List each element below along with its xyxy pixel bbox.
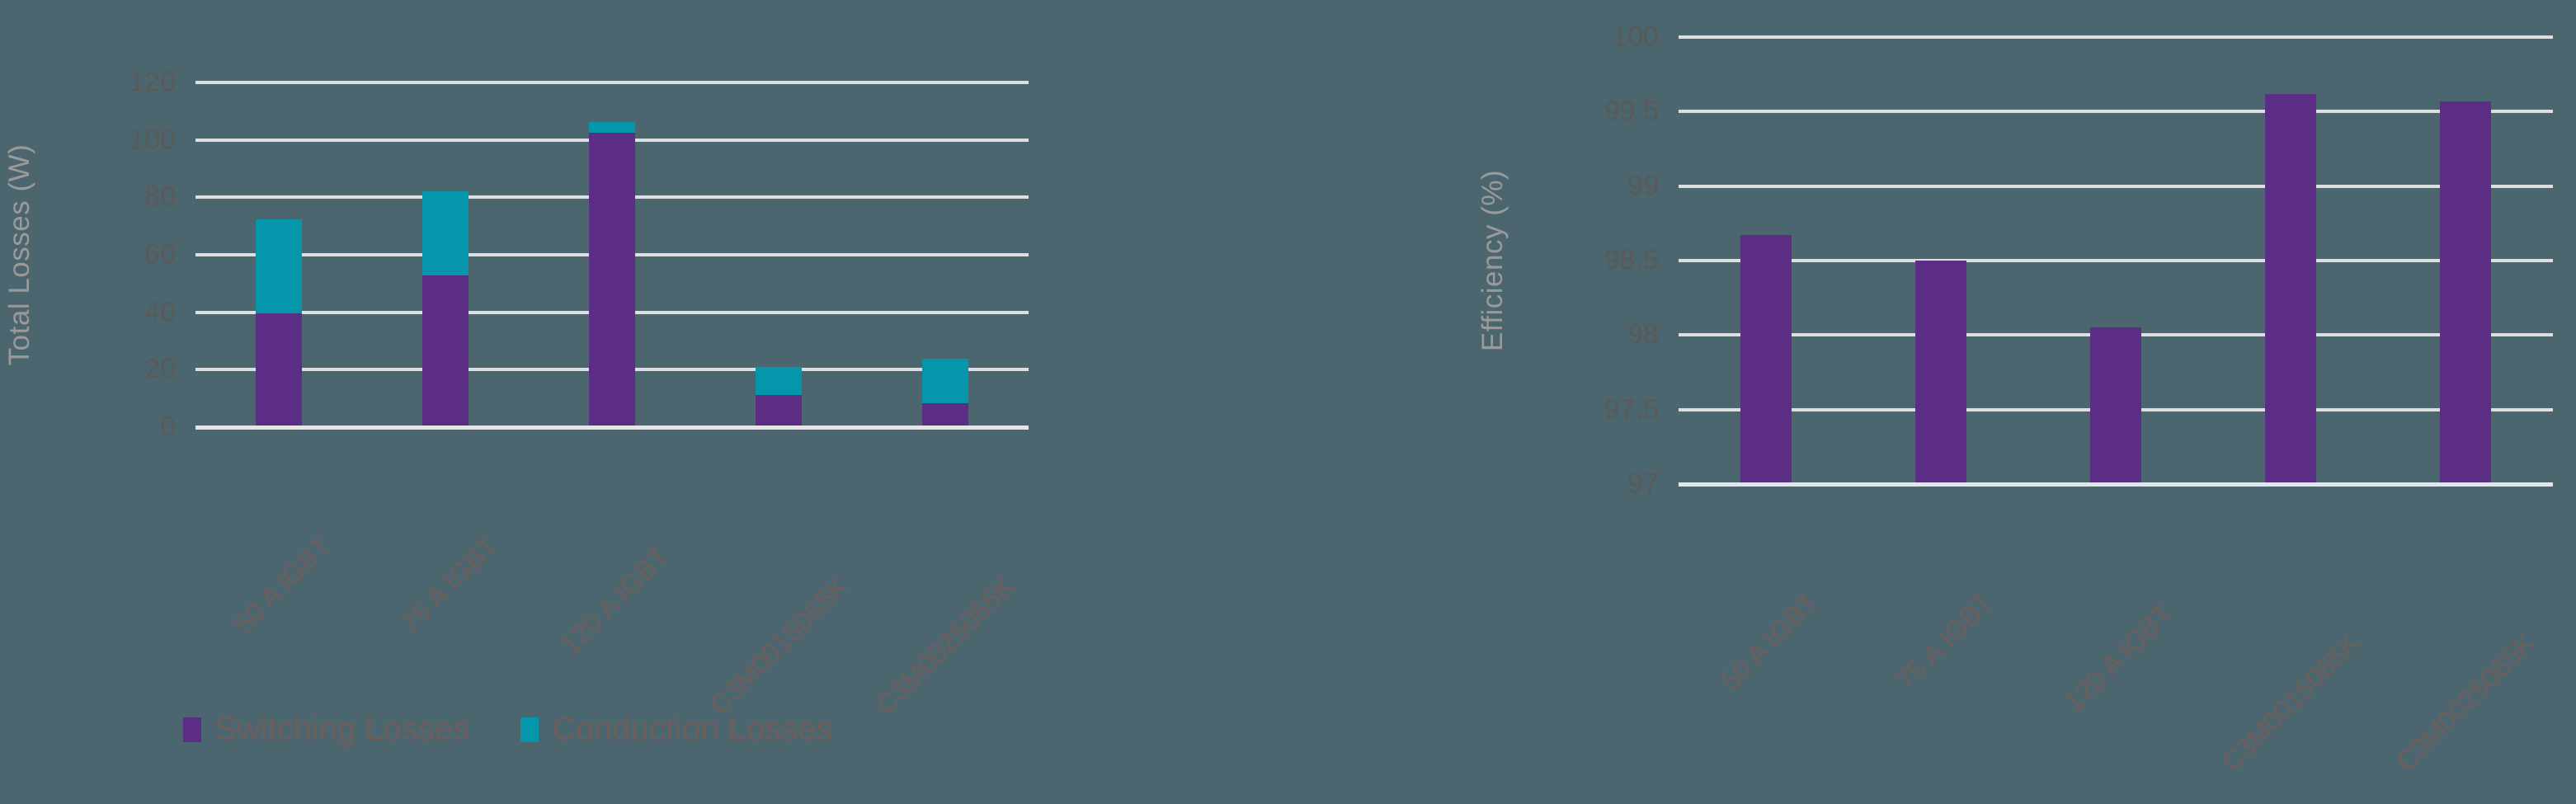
y-tick-label: 20	[144, 353, 176, 385]
bar[interactable]	[922, 358, 968, 427]
bar-segment	[756, 394, 802, 427]
total-losses-plot-area	[195, 81, 1029, 430]
legend-item[interactable]: Conduction Losses	[520, 711, 832, 748]
bar-slot	[1679, 37, 1853, 484]
efficiency-plot-area	[1679, 35, 2553, 487]
y-tick-label: 60	[144, 238, 176, 270]
bar-slot	[195, 82, 362, 427]
bar-segment	[422, 191, 469, 276]
legend-swatch-icon	[520, 717, 539, 742]
legend-item[interactable]: Switching Losses	[183, 711, 469, 748]
efficiency-y-axis-title: Efficiency (%)	[1476, 169, 1509, 352]
efficiency-bar-group	[1679, 37, 2553, 484]
y-tick-label: 100	[1612, 21, 1659, 53]
total-losses-x-axis-line	[195, 426, 1029, 430]
bar[interactable]	[756, 366, 802, 427]
category-label: 50 A IGBT	[227, 529, 337, 639]
bar-slot	[2203, 37, 2378, 484]
bar[interactable]	[1915, 261, 1966, 484]
y-tick-label: 0	[160, 411, 176, 443]
bar-slot	[2378, 37, 2553, 484]
category-label: 120 A IGBT	[2058, 597, 2178, 717]
y-tick-label: 98.5	[1604, 244, 1659, 276]
bar-segment	[256, 313, 302, 427]
legend-label: Switching Losses	[214, 711, 470, 747]
category-label: 75 A IGBT	[393, 529, 504, 639]
bar-slot	[1853, 37, 2028, 484]
bar[interactable]	[2090, 327, 2141, 484]
bar-slot	[862, 82, 1029, 427]
bar[interactable]	[2265, 93, 2316, 484]
efficiency-chart: Efficiency (%) 97 97.5 98 98.5 99 99.5 100 50 …	[1402, 0, 2576, 804]
efficiency-x-axis-line	[1679, 482, 2553, 487]
total-losses-y-axis-title: Total Losses (W)	[3, 143, 35, 366]
bar-slot	[2028, 37, 2203, 484]
bar-segment	[256, 219, 302, 313]
category-label: 50 A IGBT	[1714, 586, 1825, 696]
y-tick-label: 80	[144, 181, 176, 213]
y-tick-label: 120	[129, 66, 176, 98]
bar[interactable]	[256, 219, 302, 427]
bar-segment	[922, 402, 968, 427]
category-label: C3M0025065K	[2390, 627, 2541, 778]
y-tick-label: 97	[1627, 468, 1659, 500]
y-tick-label: 40	[144, 296, 176, 328]
bar-segment	[756, 366, 802, 395]
bar-slot	[529, 82, 695, 427]
legend-swatch-icon	[183, 717, 201, 742]
chart-page: Total Losses (W) 0 20 40 60 80 100 120 50 A IG…	[0, 0, 2576, 804]
y-tick-label: 99.5	[1604, 95, 1659, 127]
category-label: C3M0025065K	[869, 570, 1020, 721]
bar[interactable]	[1740, 235, 1792, 484]
total-losses-bar-group	[195, 82, 1029, 427]
bar[interactable]	[589, 122, 635, 427]
bar[interactable]	[422, 191, 469, 427]
y-tick-label: 97.5	[1604, 393, 1659, 426]
bar-segment	[922, 358, 968, 403]
legend-label: Conduction Losses	[552, 711, 833, 747]
bar[interactable]	[2440, 101, 2491, 484]
y-tick-label: 99	[1627, 170, 1659, 202]
category-label: C3M0015065K	[2215, 627, 2366, 778]
bar-slot	[362, 82, 529, 427]
category-label: 120 A IGBT	[554, 540, 675, 661]
y-tick-label: 100	[129, 124, 176, 156]
bar-segment	[589, 132, 635, 427]
category-label: C3M0015065K	[703, 570, 854, 721]
chart-legend: Switching Losses Conduction Losses	[183, 711, 883, 748]
y-tick-label: 98	[1627, 318, 1659, 350]
bar-segment	[589, 122, 635, 133]
total-losses-chart: Total Losses (W) 0 20 40 60 80 100 120 50 A IG…	[0, 0, 1180, 804]
bar-segment	[422, 275, 469, 427]
category-label: 75 A IGBT	[1889, 586, 1999, 696]
bar-slot	[695, 82, 862, 427]
